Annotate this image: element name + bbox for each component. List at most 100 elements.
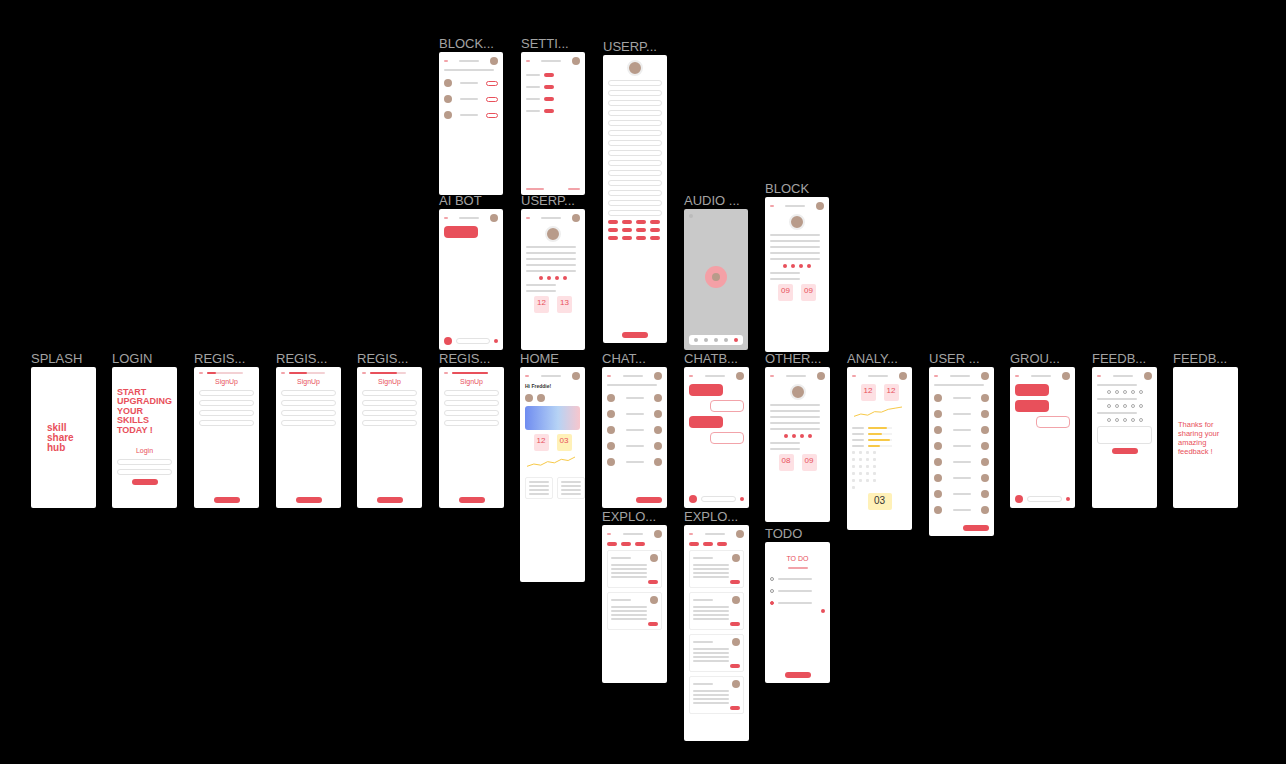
screen-frame[interactable]: FEEDB... [1092, 351, 1157, 508]
input-field[interactable] [199, 410, 254, 416]
back-icon[interactable] [689, 375, 693, 377]
send-icon[interactable] [1066, 497, 1070, 501]
star-icon[interactable] [1107, 390, 1111, 394]
star-icon[interactable] [1115, 404, 1119, 408]
avatar-icon[interactable] [981, 474, 989, 482]
screen-frame[interactable]: REGIS...SignUp [276, 351, 341, 508]
screen-frame[interactable]: ANALY...121203 [847, 351, 912, 530]
avatar-icon[interactable] [654, 426, 662, 434]
tag[interactable] [622, 228, 632, 232]
back-icon[interactable] [444, 60, 448, 62]
calendar-day[interactable] [873, 465, 876, 468]
unblock-button[interactable] [486, 113, 498, 118]
input-field[interactable] [608, 170, 662, 176]
comment-box[interactable] [1097, 426, 1152, 444]
frame-label[interactable]: FEEDB... [1173, 351, 1238, 367]
input-field[interactable] [444, 420, 499, 426]
todo-checkbox[interactable] [770, 601, 774, 605]
screen-frame[interactable]: AI BOT [439, 193, 503, 350]
calendar-day[interactable] [873, 458, 876, 461]
input-field[interactable] [362, 410, 417, 416]
email-field[interactable] [117, 459, 172, 465]
screen-frame[interactable]: SPLASHskillsharehub [31, 351, 96, 508]
screen-frame[interactable]: AUDIO ... [684, 193, 748, 350]
input-field[interactable] [608, 120, 662, 126]
input-field[interactable] [281, 390, 336, 396]
input-field[interactable] [281, 400, 336, 406]
screen-frame[interactable]: SETTI... [521, 36, 585, 195]
input-field[interactable] [362, 420, 417, 426]
social-icon[interactable] [783, 264, 787, 268]
frame-label[interactable]: USERP... [603, 39, 667, 55]
input-field[interactable] [199, 390, 254, 396]
frame-label[interactable]: AUDIO ... [684, 193, 748, 209]
back-icon[interactable] [770, 375, 774, 377]
input-field[interactable] [199, 420, 254, 426]
frame-label[interactable]: HOME [520, 351, 585, 367]
back-icon[interactable] [1097, 375, 1101, 377]
control-icon[interactable] [724, 338, 728, 342]
social-icon[interactable] [555, 276, 559, 280]
star-icon[interactable] [1131, 418, 1135, 422]
back-icon[interactable] [199, 372, 203, 374]
frame-label[interactable]: FEEDB... [1092, 351, 1157, 367]
message-input[interactable] [1027, 496, 1062, 502]
tag[interactable] [650, 228, 660, 232]
control-icon[interactable] [694, 338, 698, 342]
unblock-button[interactable] [486, 81, 498, 86]
tag[interactable] [636, 236, 646, 240]
tag[interactable] [650, 220, 660, 224]
message-input[interactable] [456, 338, 490, 344]
input-field[interactable] [608, 150, 662, 156]
tag[interactable] [622, 220, 632, 224]
screen-frame[interactable]: BLOCK... [439, 36, 503, 195]
filter-chip[interactable] [621, 542, 631, 546]
star-icon[interactable] [1139, 418, 1143, 422]
search-field[interactable] [934, 384, 984, 386]
tag[interactable] [650, 236, 660, 240]
star-icon[interactable] [1139, 390, 1143, 394]
frame-label[interactable]: EXPLO... [602, 509, 667, 525]
back-icon[interactable] [934, 375, 938, 377]
skill-card[interactable] [689, 550, 744, 588]
calendar-day[interactable] [859, 479, 862, 482]
frame-label[interactable]: USER ... [929, 351, 994, 367]
screen-frame[interactable]: HOMEHi Freddie!1203 [520, 351, 585, 582]
input-field[interactable] [444, 390, 499, 396]
banner-card[interactable] [525, 406, 580, 430]
avatar-icon[interactable] [627, 60, 643, 76]
star-icon[interactable] [1123, 418, 1127, 422]
social-icon[interactable] [799, 264, 803, 268]
calendar-day[interactable] [852, 486, 855, 489]
calendar-day[interactable] [866, 458, 869, 461]
submit-button[interactable] [1112, 448, 1138, 454]
back-icon[interactable] [525, 375, 529, 377]
input-field[interactable] [608, 190, 662, 196]
calendar-day[interactable] [852, 472, 855, 475]
star-icon[interactable] [1107, 404, 1111, 408]
back-icon[interactable] [281, 372, 285, 374]
frame-label[interactable]: SETTI... [521, 36, 585, 52]
frame-label[interactable]: ANALY... [847, 351, 912, 367]
back-icon[interactable] [444, 217, 448, 219]
add-icon[interactable] [821, 609, 825, 613]
avatar-icon[interactable] [981, 410, 989, 418]
next-button[interactable] [459, 497, 485, 503]
frame-label[interactable]: AI BOT [439, 193, 503, 209]
course-card[interactable] [525, 477, 553, 499]
course-card[interactable] [557, 477, 585, 499]
action-button[interactable] [963, 525, 989, 531]
back-icon[interactable] [770, 205, 774, 207]
social-icon[interactable] [784, 434, 788, 438]
toggle[interactable] [544, 73, 554, 77]
avatar-icon[interactable] [654, 410, 662, 418]
skill-card[interactable] [689, 676, 744, 714]
link[interactable] [568, 188, 580, 190]
screen-frame[interactable]: USERP... [603, 39, 667, 343]
screen-frame[interactable]: USER ... [929, 351, 994, 536]
input-field[interactable] [199, 400, 254, 406]
frame-label[interactable]: BLOCK [765, 181, 829, 197]
connect-button[interactable] [730, 706, 740, 710]
search-field[interactable] [607, 384, 657, 386]
calendar-day[interactable] [852, 458, 855, 461]
